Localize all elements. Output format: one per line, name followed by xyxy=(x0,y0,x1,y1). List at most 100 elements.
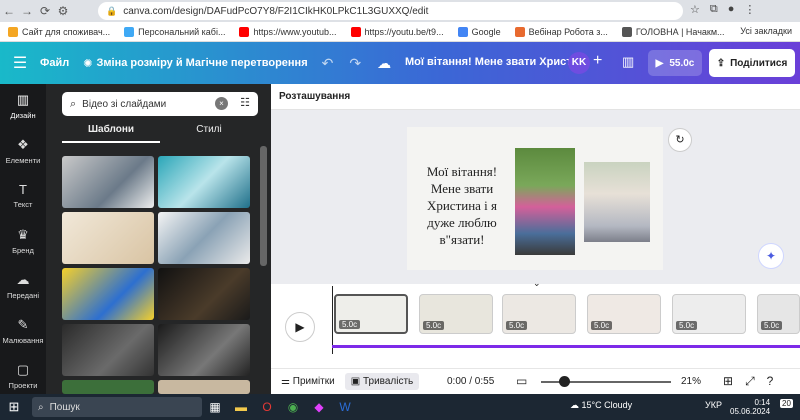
profile-icon[interactable]: ● xyxy=(728,3,735,16)
rail-item-elements[interactable]: ❖ Елементи xyxy=(0,137,46,165)
photo-girl[interactable] xyxy=(515,148,575,255)
document-title[interactable]: Мої вітання! Мене звати Христ... xyxy=(405,56,580,68)
position-button[interactable]: Розташування xyxy=(271,84,800,110)
slide-canvas[interactable]: Мої вітання! Мене звати Христина і я дуж… xyxy=(407,127,663,270)
rail-item-text[interactable]: T Текст xyxy=(0,182,46,209)
menu-icon[interactable]: ☰ xyxy=(0,53,40,73)
template-thumbnail[interactable] xyxy=(62,212,154,264)
timeline-clip[interactable]: 5.0с xyxy=(334,294,408,334)
template-thumbnail[interactable] xyxy=(158,268,250,320)
timeline-clip[interactable]: 5.0с xyxy=(757,294,800,334)
search-icon: ⌕ xyxy=(70,97,77,110)
windows-start-icon[interactable]: ⊞ xyxy=(0,399,28,415)
bookmark-item[interactable]: Вебінар Робота з... xyxy=(514,26,608,37)
bookmark-item[interactable]: Сайт для споживач... xyxy=(8,26,110,37)
weather-widget[interactable]: ☁ 15°C Cloudy xyxy=(570,400,632,411)
clip-duration: 5.0с xyxy=(423,321,445,330)
opera-icon[interactable]: O xyxy=(254,400,280,414)
timeline-clip[interactable]: 5.0с xyxy=(672,294,746,334)
lock-icon: 🔒 xyxy=(106,5,118,16)
star-icon[interactable]: ☆ xyxy=(690,3,700,16)
file-explorer-icon[interactable]: ▬ xyxy=(228,400,254,414)
rail-label: Елементи xyxy=(5,156,41,165)
address-bar[interactable]: 🔒 canva.com/design/DAFudPcO7Y8/F2I1CIkHK… xyxy=(98,2,683,20)
back-icon[interactable]: ← xyxy=(0,4,18,18)
forward-icon[interactable]: → xyxy=(18,4,36,18)
clip-duration: 5.0с xyxy=(506,321,528,330)
bookmark-item[interactable]: ГОЛОВНА | Начакм... xyxy=(621,26,725,37)
undo-icon[interactable]: ↶ xyxy=(322,55,334,72)
app-drop-icon[interactable]: ◆ xyxy=(306,400,332,414)
timeline-clip[interactable]: 5.0с xyxy=(419,294,493,334)
grid-view-icon[interactable]: ⊞ xyxy=(723,374,733,389)
template-thumbnail[interactable] xyxy=(158,212,250,264)
refresh-icon[interactable]: ↻ xyxy=(668,128,692,152)
task-view-icon[interactable]: ▦ xyxy=(202,400,228,414)
file-menu[interactable]: Файл xyxy=(40,57,69,69)
rail-item-projects[interactable]: ▢ Проекти xyxy=(0,362,46,390)
play-button[interactable]: ▶ xyxy=(285,312,315,342)
search-input[interactable]: ⌕ Відео зі слайдами × ☷ xyxy=(62,92,258,116)
timeline-clip[interactable]: 5.0с xyxy=(587,294,661,334)
panel-scrollbar[interactable] xyxy=(260,146,267,266)
rail-item-design[interactable]: ▥ Дизайн xyxy=(0,92,46,120)
template-thumbnail[interactable] xyxy=(158,156,250,208)
rail-item-brand[interactable]: ♛ Бренд xyxy=(0,227,46,255)
notes-button[interactable]: ⚌ Примітки xyxy=(281,376,335,387)
reload-icon[interactable]: ⟳ xyxy=(36,4,54,18)
word-icon[interactable]: W xyxy=(332,400,358,414)
insights-icon[interactable]: ▥ xyxy=(622,54,634,70)
chrome-icon[interactable]: ◉ xyxy=(280,400,306,414)
help-icon[interactable]: ? xyxy=(767,374,774,389)
template-thumbnail[interactable] xyxy=(62,156,154,208)
avatar[interactable]: KK xyxy=(568,52,590,74)
slide-text[interactable]: Мої вітання! Мене звати Христина і я дуж… xyxy=(417,163,507,248)
rail-label: Текст xyxy=(13,200,33,209)
zoom-level[interactable]: 21% xyxy=(681,376,701,387)
clip-duration: 5.0с xyxy=(676,321,698,330)
rail-item-draw[interactable]: ✎ Малювання xyxy=(0,317,46,345)
tab-templates[interactable]: Шаблони xyxy=(62,124,160,143)
resize-button[interactable]: Зміна розміру й Магічне перетворення xyxy=(96,57,307,69)
site-settings-icon[interactable]: ⚙ xyxy=(54,4,72,18)
magic-sparkle-icon[interactable]: ✦ xyxy=(758,243,784,269)
bookmark-item[interactable]: Персональний кабі... xyxy=(124,26,225,37)
zoom-slider-handle[interactable] xyxy=(559,376,570,387)
bookmark-favicon-icon xyxy=(350,26,361,37)
notes-icon: ⚌ xyxy=(281,376,293,387)
rail-item-uploads[interactable]: ☁ Передані xyxy=(0,272,46,300)
clear-icon[interactable]: × xyxy=(215,97,228,110)
extensions-icon[interactable]: ⧉ xyxy=(710,3,718,16)
share-button[interactable]: ⇪ Поділитися xyxy=(709,49,795,77)
fullscreen-icon[interactable]: ⤢ xyxy=(745,374,755,389)
more-icon[interactable]: ⋮ xyxy=(744,3,755,16)
playhead[interactable] xyxy=(332,286,333,354)
filter-icon[interactable]: ☷ xyxy=(240,96,250,109)
chevron-down-icon[interactable]: ⌄ xyxy=(533,278,541,289)
template-thumbnail[interactable] xyxy=(62,268,154,320)
monitor-icon[interactable]: ▭ xyxy=(516,374,527,388)
bookmark-item[interactable]: Google xyxy=(457,26,501,37)
clock[interactable]: 0:14 05.06.2024 xyxy=(730,398,770,416)
photo-toy-bunny[interactable] xyxy=(584,162,650,242)
template-thumbnail[interactable] xyxy=(158,380,250,394)
view-controls: ⊞ ⤢ ? xyxy=(723,374,773,389)
templates-panel: ⌕ Відео зі слайдами × ☷ Шаблони Стилі xyxy=(46,84,271,394)
add-collaborator-icon[interactable]: + xyxy=(593,52,602,70)
cloud-save-icon[interactable]: ☁ xyxy=(377,55,391,72)
present-button[interactable]: ▶ 55.0с xyxy=(648,50,702,76)
duration-button[interactable]: ▣ Тривалість xyxy=(344,373,420,390)
bookmark-item[interactable]: https://youtu.be/t9... xyxy=(350,26,444,37)
template-thumbnail[interactable] xyxy=(62,380,154,394)
bookmark-item[interactable]: https://www.youtub... xyxy=(239,26,337,37)
play-icon: ▶ xyxy=(655,57,664,69)
template-thumbnail[interactable] xyxy=(62,324,154,376)
all-bookmarks[interactable]: Усі закладки xyxy=(740,26,792,36)
tab-styles[interactable]: Стилі xyxy=(160,124,258,143)
redo-icon[interactable]: ↷ xyxy=(349,55,361,72)
taskbar-search[interactable]: ⌕ Пошук xyxy=(32,397,202,417)
language-indicator[interactable]: УКР xyxy=(705,400,722,410)
template-thumbnail[interactable] xyxy=(158,324,250,376)
notifications-badge[interactable]: 20 xyxy=(780,399,793,408)
timeline-clip[interactable]: 5.0с xyxy=(502,294,576,334)
